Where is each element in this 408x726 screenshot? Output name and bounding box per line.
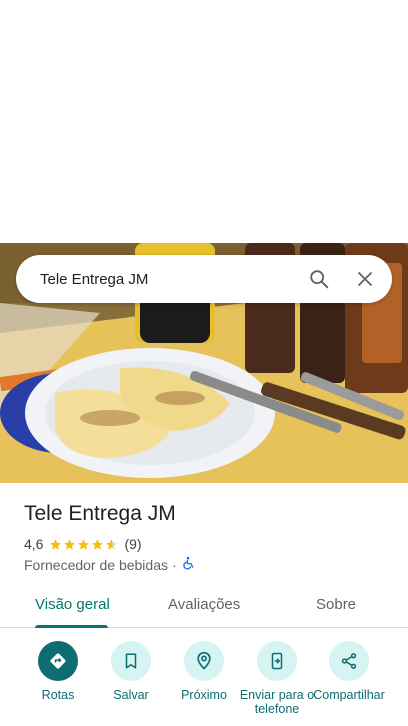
place-title: Tele Entrega JM [24,502,176,525]
search-icon[interactable] [306,266,332,292]
wheelchair-icon[interactable] [181,556,195,573]
tab-bar: Visão geral Avaliações Sobre [0,588,408,628]
star-icon [92,538,104,550]
save-label: Salvar [113,688,149,702]
rating-row[interactable]: 4,6 (9) [24,536,142,552]
tab-overview[interactable]: Visão geral [35,596,110,613]
close-icon[interactable] [352,266,378,292]
tab-reviews[interactable]: Avaliações [168,596,240,613]
active-tab-indicator [35,625,108,628]
send-to-phone-icon [257,641,297,681]
separator: · [172,556,177,573]
nearby-icon [184,641,224,681]
directions-icon [38,641,78,681]
place-category: Fornecedor de bebidas [24,556,168,573]
send-to-phone-button[interactable]: Enviar para o telefone [239,641,315,713]
reviews-count[interactable]: (9) [124,536,141,552]
share-button[interactable]: Compartilhar [311,641,387,713]
nearby-button[interactable]: Próximo [166,641,242,702]
rating-stars [49,538,119,551]
search-input[interactable]: Tele Entrega JM [40,271,286,288]
nearby-label: Próximo [181,688,227,702]
star-icon [78,538,90,550]
share-icon [329,641,369,681]
share-label: Compartilhar [313,688,385,702]
map-blank-area [0,0,408,243]
search-bar[interactable]: Tele Entrega JM [16,255,392,303]
send-to-phone-label: Enviar para o telefone [239,688,315,713]
directions-label: Rotas [41,688,75,702]
half-star-icon [106,538,118,550]
save-button[interactable]: Salvar [93,641,169,702]
rating-value: 4,6 [24,536,44,552]
directions-button[interactable]: Rotas [20,641,96,702]
category-row: Fornecedor de bebidas · [24,556,195,573]
action-bar: Rotas Salvar Próximo Enviar para o telef… [0,641,408,726]
star-icon [64,538,76,550]
bookmark-icon [111,641,151,681]
tab-about[interactable]: Sobre [316,596,356,613]
star-icon [50,538,62,550]
